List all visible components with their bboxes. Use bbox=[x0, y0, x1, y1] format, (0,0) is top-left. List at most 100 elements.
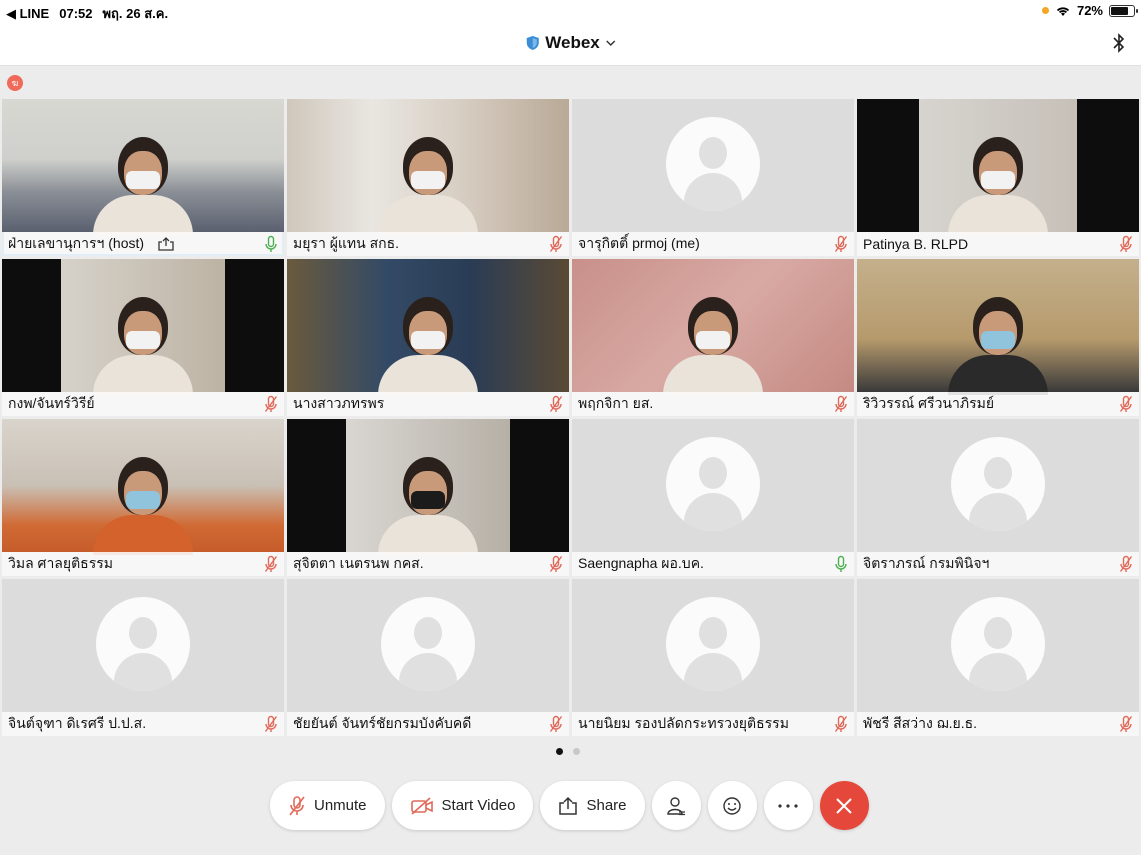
person-silhouette bbox=[658, 297, 768, 395]
page-indicator[interactable] bbox=[556, 748, 580, 755]
participant-tile[interactable]: พัชรี สีสว่าง ฌ.ย.ธ. bbox=[857, 579, 1139, 736]
participant-namebar: ฝ่ายเลขานุการฯ (host) bbox=[2, 232, 284, 256]
participant-video bbox=[287, 419, 569, 555]
participant-tile[interactable]: จารุกิตติ์ prmoj (me) bbox=[572, 99, 854, 256]
participant-tile[interactable]: นางสาวภทรพร bbox=[287, 259, 569, 416]
participant-name: วิมล ศาลยุติธรรม bbox=[8, 555, 113, 571]
mic-muted-icon bbox=[264, 555, 278, 572]
mic-in-use-indicator bbox=[1041, 7, 1049, 14]
participant-name: Saengnapha ผอ.บค. bbox=[578, 555, 704, 571]
participant-tile[interactable]: ฝ่ายเลขานุการฯ (host) bbox=[2, 99, 284, 256]
notification-badge[interactable]: ฆ bbox=[7, 75, 23, 91]
person-silhouette bbox=[943, 137, 1053, 235]
participant-tile[interactable]: สุจิตตา เนตรนพ กคส. bbox=[287, 419, 569, 576]
participant-namebar: ริวิวรรณ์ ศรีวนาภิรมย์ bbox=[857, 392, 1139, 416]
person-silhouette bbox=[943, 297, 1053, 395]
mic-muted-icon bbox=[1119, 395, 1133, 412]
mic-muted-icon bbox=[834, 715, 848, 732]
participants-icon bbox=[667, 796, 686, 815]
participant-video bbox=[857, 99, 1139, 235]
more-button[interactable] bbox=[763, 781, 813, 830]
mic-muted-icon bbox=[549, 395, 563, 412]
mic-muted-icon bbox=[1119, 235, 1133, 252]
mic-muted-icon bbox=[289, 795, 305, 815]
participant-video bbox=[572, 259, 854, 395]
share-label: Share bbox=[586, 797, 627, 814]
unmute-button[interactable]: Unmute bbox=[270, 781, 385, 830]
participant-name: Patinya B. RLPD bbox=[863, 236, 969, 252]
participant-video bbox=[287, 259, 569, 395]
person-silhouette bbox=[373, 137, 483, 235]
participant-video bbox=[287, 99, 569, 235]
default-avatar-icon bbox=[666, 597, 760, 691]
participant-name: นายนิยม รองปลัดกระทรวงยุติธรรม bbox=[578, 715, 789, 731]
participant-tile[interactable]: วิมล ศาลยุติธรรม bbox=[2, 419, 284, 576]
participant-name: มยุรา ผู้แทน สกธ. bbox=[293, 235, 400, 251]
mic-muted-icon bbox=[264, 715, 278, 732]
participant-tile[interactable]: Saengnapha ผอ.บค. bbox=[572, 419, 854, 576]
default-avatar-icon bbox=[951, 437, 1045, 531]
reactions-button[interactable] bbox=[707, 781, 757, 830]
unmute-label: Unmute bbox=[314, 797, 367, 814]
smiley-icon bbox=[723, 796, 741, 815]
meeting-title-dropdown[interactable]: Webex bbox=[525, 33, 616, 53]
participant-namebar: นายนิยม รองปลัดกระทรวงยุติธรรม bbox=[572, 712, 854, 736]
person-silhouette bbox=[88, 137, 198, 235]
sharing-icon bbox=[158, 237, 174, 251]
participant-tile[interactable]: นายนิยม รองปลัดกระทรวงยุติธรรม bbox=[572, 579, 854, 736]
participant-tile[interactable]: จินต์จุฑา ดิเรศรี ป.ป.ส. bbox=[2, 579, 284, 736]
close-icon bbox=[836, 797, 852, 814]
participant-namebar: จิตราภรณ์ กรมพินิจฯ bbox=[857, 552, 1139, 576]
participant-namebar: วิมล ศาลยุติธรรม bbox=[2, 552, 284, 576]
participant-tile[interactable]: จิตราภรณ์ กรมพินิจฯ bbox=[857, 419, 1139, 576]
mic-muted-icon bbox=[1119, 555, 1133, 572]
participant-namebar: มยุรา ผู้แทน สกธ. bbox=[287, 232, 569, 256]
mic-muted-icon bbox=[1119, 715, 1133, 732]
leave-meeting-button[interactable] bbox=[819, 781, 869, 830]
participant-tile[interactable]: Patinya B. RLPD bbox=[857, 99, 1139, 256]
default-avatar-icon bbox=[666, 117, 760, 211]
participant-video bbox=[2, 99, 284, 235]
participant-namebar: Saengnapha ผอ.บค. bbox=[572, 552, 854, 576]
mic-muted-icon bbox=[549, 715, 563, 732]
participant-video bbox=[857, 259, 1139, 395]
participant-name: จิตราภรณ์ กรมพินิจฯ bbox=[863, 555, 990, 571]
start-video-label: Start Video bbox=[441, 797, 516, 814]
participant-name: พฤกจิกา ยส. bbox=[578, 395, 654, 411]
participant-tile[interactable]: ชัยยันต์ จันทร์ชัยกรมบังคับคดี bbox=[287, 579, 569, 736]
mic-on-icon bbox=[835, 555, 847, 572]
participant-namebar: Patinya B. RLPD bbox=[857, 232, 1139, 256]
status-time: 07:52 bbox=[59, 6, 93, 21]
page-dot-1[interactable] bbox=[556, 748, 563, 755]
participant-tile[interactable]: กงพ/จันทร์วิรีย์ bbox=[2, 259, 284, 416]
meeting-controls: Unmute Start Video Share bbox=[270, 781, 869, 830]
participant-tile[interactable]: มยุรา ผู้แทน สกธ. bbox=[287, 99, 569, 256]
participant-video bbox=[2, 419, 284, 555]
participant-namebar: กงพ/จันทร์วิรีย์ bbox=[2, 392, 284, 416]
share-icon bbox=[559, 796, 578, 815]
page-dot-2[interactable] bbox=[573, 748, 580, 755]
share-button[interactable]: Share bbox=[540, 781, 645, 830]
participant-video bbox=[2, 259, 284, 395]
participant-name: สุจิตตา เนตรนพ กคส. bbox=[293, 555, 424, 571]
default-avatar-icon bbox=[96, 597, 190, 691]
participant-namebar: จารุกิตติ์ prmoj (me) bbox=[572, 232, 854, 256]
participant-name: ชัยยันต์ จันทร์ชัยกรมบังคับคดี bbox=[293, 715, 472, 731]
video-off-icon bbox=[410, 796, 433, 815]
start-video-button[interactable]: Start Video bbox=[391, 781, 534, 830]
participant-grid: ฝ่ายเลขานุการฯ (host) มยุรา ผู้แทน สกธ. จา… bbox=[2, 99, 1139, 736]
participant-namebar: นางสาวภทรพร bbox=[287, 392, 569, 416]
participant-name: กงพ/จันทร์วิรีย์ bbox=[8, 395, 95, 411]
back-to-line-link[interactable]: ◀ LINE bbox=[6, 6, 49, 22]
wifi-icon bbox=[1056, 6, 1070, 16]
battery-percentage: 72% bbox=[1076, 3, 1103, 18]
participants-button[interactable] bbox=[651, 781, 701, 830]
battery-icon bbox=[1109, 4, 1138, 17]
participant-tile[interactable]: พฤกจิกา ยส. bbox=[572, 259, 854, 416]
meeting-header: Webex bbox=[0, 22, 1141, 66]
bluetooth-icon[interactable] bbox=[1113, 32, 1125, 54]
status-bar: ◀ LINE 07:52 พฤ. 26 ส.ค. 72% bbox=[0, 0, 1141, 22]
participant-tile[interactable]: ริวิวรรณ์ ศรีวนาภิรมย์ bbox=[857, 259, 1139, 416]
person-silhouette bbox=[373, 297, 483, 395]
participant-name: นางสาวภทรพร bbox=[293, 395, 385, 411]
